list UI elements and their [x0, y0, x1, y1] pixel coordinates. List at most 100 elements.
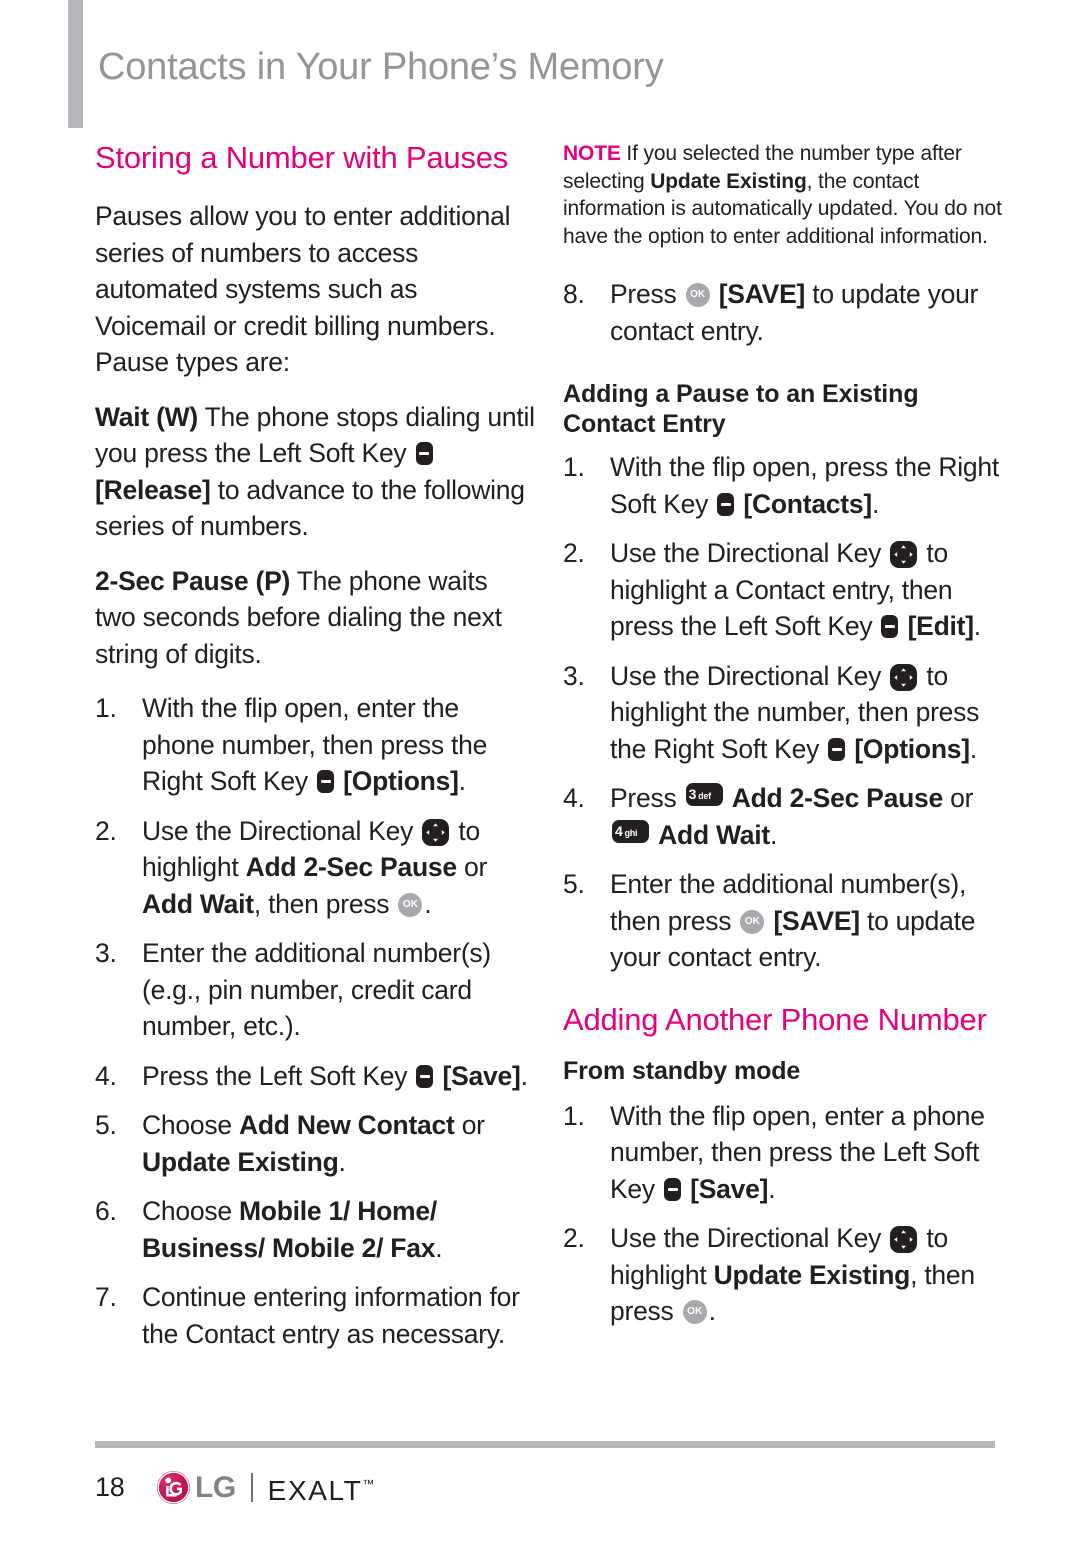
step-text: Continue entering information for the Co… [142, 1282, 520, 1349]
ok-key-label: OK [690, 289, 706, 300]
step-number: 2. [563, 538, 585, 568]
plain-text: Use the Directional Key [142, 815, 421, 846]
list-item: 1. With the flip open, enter a phone numb… [563, 1098, 1003, 1208]
list-item: 2. Use the Directional Key to highlight U… [563, 1220, 1003, 1330]
right-column: NOTE If you selected the number type aft… [563, 140, 1003, 1330]
pause-definition: 2-Sec Pause (P) The phone waits two seco… [95, 563, 535, 673]
step-number: 3. [95, 938, 117, 968]
ok-key-label: OK [744, 915, 760, 927]
ok-key-icon: OK [740, 909, 765, 934]
step-text: Choose Mobile 1/ Home/ Business/ Mobile … [142, 1196, 443, 1263]
emphasis-text: Add 2-Sec Pause [245, 852, 458, 882]
plain-text: , then press [253, 888, 397, 919]
soft-key-icon [881, 615, 899, 638]
emphasis-text: [Contacts] [743, 488, 872, 519]
note-label: NOTE [563, 142, 621, 165]
plain-text: Press [610, 783, 684, 813]
left-column: Storing a Number with Pauses Pauses allo… [95, 140, 535, 1352]
list-item: 1. With the flip open, press the Right So… [563, 449, 1003, 522]
subheading-standby-mode: From standby mode [563, 1056, 801, 1085]
step-number: 7. [95, 1282, 117, 1312]
step-text: With the flip open, press the Right Soft… [610, 452, 999, 519]
step-number: 2. [95, 815, 117, 846]
emphasis-text: Add Wait [658, 819, 770, 850]
section-heading-storing-number: Storing a Number with Pauses [95, 140, 509, 175]
plain-text: . [338, 1146, 346, 1177]
wait-definition: Wait (W) The phone stops dialing until y… [95, 399, 535, 545]
lg-logo-icon [157, 1470, 190, 1504]
step-text: Use the Directional Key to highlight Add… [142, 816, 487, 919]
plain-text: . [768, 1173, 776, 1204]
step-text: Press OK [SAVE] to update your contact e… [610, 279, 978, 346]
list-item: 3. Use the Directional Key to highlight t… [563, 658, 1003, 768]
step-text: Press 3 def Add 2-Sec Pause or 4 ghi Add W… [610, 783, 973, 850]
plain-text: or [454, 1110, 485, 1140]
plain-text: . [871, 488, 880, 519]
plain-text: Use the Directional Key [610, 1223, 889, 1253]
section-heading-adding-pause: Adding a Pause to an Existing Contact En… [563, 380, 919, 438]
emphasis-text: Add New Contact [238, 1110, 455, 1140]
section-heading-adding-number: Adding Another Phone Number [563, 1001, 987, 1037]
directional-key-icon [890, 541, 918, 568]
plain-text: . [458, 766, 466, 796]
plain-text: Choose [142, 1196, 239, 1226]
step-text: With the flip open, enter a phone number… [610, 1101, 985, 1204]
step-number: 4. [563, 783, 585, 813]
list-item: 1. With the flip open, enter the phone nu… [95, 690, 535, 800]
soft-key-icon [828, 737, 846, 761]
footer-separator [250, 1472, 253, 1502]
plain-text [725, 783, 732, 813]
list-item: 7. Continue entering information for the … [95, 1279, 535, 1352]
directional-key-icon [890, 1226, 918, 1253]
page-title: Contacts in Your Phone’s Memory [98, 46, 664, 88]
num-key-letters: ghi [624, 827, 638, 838]
list-item: 2. Use the Directional Key to highlight a… [563, 535, 1003, 645]
ok-key-icon: OK [682, 1300, 707, 1324]
emphasis-text: [Save] [690, 1173, 769, 1204]
emphasis-text: Add Wait [142, 888, 254, 919]
list-item: 2. Use the Directional Key to highlight A… [95, 813, 535, 923]
steps-standby: 1. With the flip open, enter a phone numb… [563, 1098, 1003, 1330]
emphasis-text: Update Existing [713, 1259, 911, 1290]
plain-text: . [520, 1060, 528, 1091]
step-number: 1. [95, 693, 117, 723]
soft-key-icon [317, 770, 335, 793]
step-text: Use the Directional Key to highlight a C… [610, 538, 981, 641]
step-number: 3. [563, 660, 585, 691]
step-text: Enter the additional number(s) (e.g., pi… [142, 938, 491, 1041]
soft-key-icon [664, 1177, 682, 1201]
directional-key-icon [422, 818, 450, 846]
emphasis-text: [SAVE] [718, 279, 806, 309]
step-text: Use the Directional Key to highlight the… [610, 661, 979, 764]
ok-key-icon: OK [685, 283, 710, 307]
num-key-digit: 4 [615, 822, 623, 839]
ok-key-icon: OK [398, 892, 423, 917]
step-number: 8. [563, 279, 585, 309]
emphasis-text: [Save] [442, 1060, 521, 1091]
directional-key-icon [890, 663, 918, 691]
ok-key-label: OK [402, 898, 418, 910]
emphasis-text: [Options] [343, 766, 459, 796]
note-block: NOTE If you selected the number type aft… [563, 140, 1003, 250]
soft-key-icon [717, 492, 735, 516]
emphasis-text: Add 2-Sec Pause [731, 783, 944, 813]
num-key-4-ghi-icon: 4 ghi [612, 819, 649, 843]
emphasis-text: [SAVE] [773, 905, 860, 936]
list-item: 3. Enter the additional number(s) (e.g., … [95, 935, 535, 1045]
header-accent-bar [68, 0, 83, 128]
plain-text: Press [610, 279, 684, 309]
list-item: 4. Press the Left Soft Key [Save]. [95, 1058, 535, 1095]
note-bold-term: Update Existing [650, 169, 807, 193]
intro-paragraph: Pauses allow you to enter additional ser… [95, 201, 511, 377]
steps-continued: 8. Press OK [SAVE] to update your contact… [563, 276, 1003, 349]
soft-key-icon [416, 1064, 434, 1088]
list-item: 8. Press OK [SAVE] to update your contact… [563, 276, 1003, 349]
plain-text: . [435, 1232, 443, 1263]
list-item: 6. Choose Mobile 1/ Home/ Business/ Mobil… [95, 1193, 535, 1266]
step-text: Press the Left Soft Key [Save]. [142, 1061, 528, 1091]
plain-text [712, 279, 719, 309]
soft-key-icon [415, 442, 433, 465]
step-number: 1. [563, 452, 585, 482]
plain-text: Press the Left Soft Key [142, 1060, 415, 1091]
plain-text: . [769, 819, 778, 850]
